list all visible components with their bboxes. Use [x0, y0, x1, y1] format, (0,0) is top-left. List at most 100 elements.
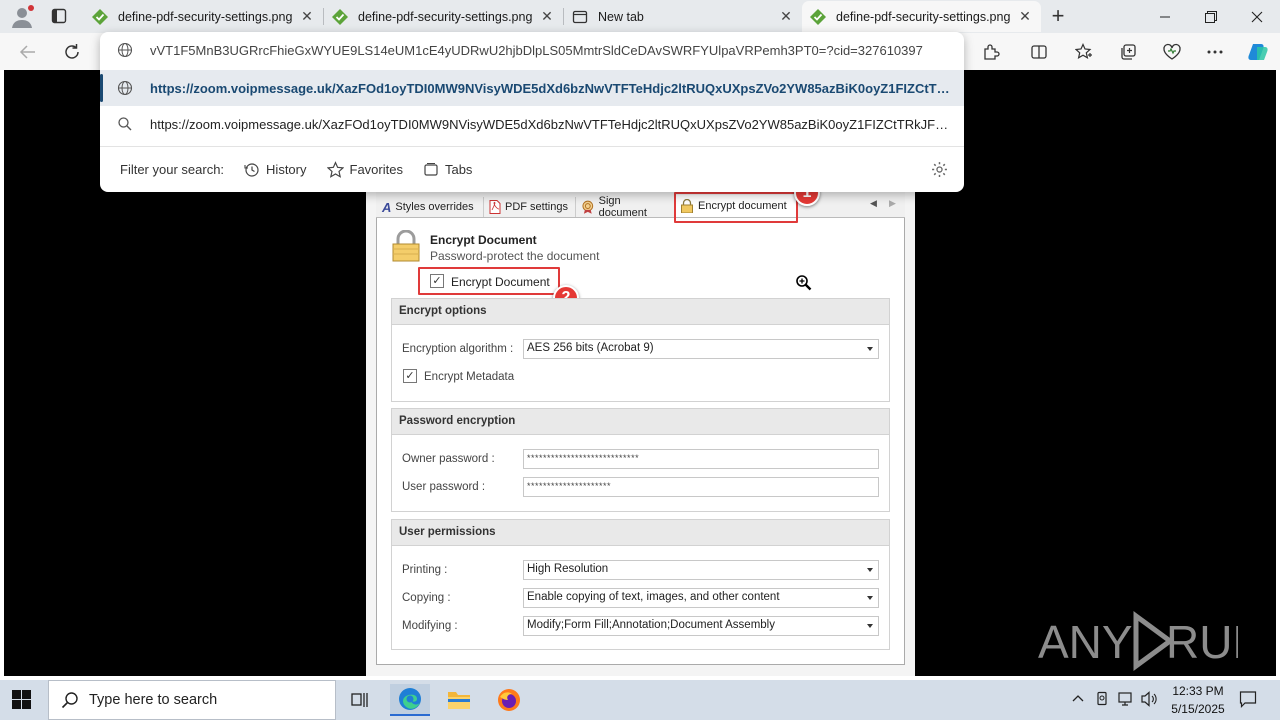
address-bar-dropdown: vVT1F5MnB3UGRrcFhieGxWYUE9LS14eUM1cE4yUD…	[100, 32, 964, 192]
tab-1[interactable]: define-pdf-security-settings.png ✕	[324, 1, 563, 32]
back-arrow-icon[interactable]	[16, 40, 40, 64]
tab-title: define-pdf-security-settings.png	[836, 9, 1011, 24]
suggestion-item[interactable]: https://zoom.voipmessage.uk/XazFOd1oyTDI…	[100, 70, 964, 106]
page-favicon-icon	[332, 8, 348, 25]
clock-date[interactable]: 5/15/2025	[1162, 702, 1234, 716]
anyrun-watermark: ANY RUN	[1038, 608, 1266, 674]
suggestion-url: https://zoom.voipmessage.uk/XazFOd1oyTDI…	[150, 116, 964, 132]
clock-time[interactable]: 12:33 PM	[1162, 684, 1234, 698]
refresh-icon[interactable]	[60, 40, 84, 64]
tab-label: Sign document	[598, 195, 647, 219]
tab-close-button[interactable]: ✕	[299, 8, 315, 25]
filter-favorites[interactable]: Favorites	[326, 161, 403, 178]
styles-icon: A	[382, 199, 392, 215]
browser-essentials-icon[interactable]	[1160, 40, 1184, 64]
watermark-text-any: ANY	[1038, 616, 1133, 668]
chevron-down-icon	[867, 568, 873, 572]
tab-styles-overrides[interactable]: A Styles overrides	[378, 197, 484, 217]
tab-title: define-pdf-security-settings.png	[118, 9, 293, 24]
more-options-icon[interactable]	[1203, 40, 1227, 64]
settings-gear-icon[interactable]	[931, 161, 948, 181]
suggestion-url: https://zoom.voipmessage.uk/XazFOd1oyTDI…	[150, 80, 964, 96]
select-value: AES 256 bits (Acrobat 9)	[527, 342, 654, 354]
tab-3-active[interactable]: define-pdf-security-settings.png ✕	[802, 1, 1041, 32]
highlight-encrypt-tab	[674, 192, 798, 223]
restore-button[interactable]	[1188, 0, 1234, 33]
encrypt-metadata-checkbox[interactable]: ✓	[403, 369, 417, 383]
extensions-icon[interactable]	[979, 40, 1003, 64]
star-icon	[326, 161, 344, 178]
suggestion-item[interactable]: https://zoom.voipmessage.uk/XazFOd1oyTDI…	[100, 106, 964, 142]
chevron-down-icon	[867, 596, 873, 600]
tab-label: Styles overrides	[395, 201, 474, 213]
split-screen-icon[interactable]	[1027, 40, 1051, 64]
printing-select[interactable]: High Resolution	[523, 560, 879, 580]
tab-label: PDF settings	[505, 201, 568, 213]
user-password-label: User password :	[402, 481, 486, 493]
start-button-windows-icon[interactable]	[12, 690, 32, 713]
modifying-select[interactable]: Modify;Form Fill;Annotation;Document Ass…	[523, 616, 879, 636]
encryption-algorithm-label: Encryption algorithm :	[402, 343, 514, 355]
select-value: Modify;Form Fill;Annotation;Document Ass…	[527, 619, 775, 631]
zoom-cursor-icon	[795, 274, 813, 295]
taskbar-search-box[interactable]: Type here to search	[48, 680, 336, 720]
favorites-star-icon[interactable]	[1072, 40, 1096, 64]
collections-icon[interactable]	[1116, 40, 1140, 64]
owner-password-label: Owner password :	[402, 453, 495, 465]
tab-sign-document[interactable]: Sign document	[577, 195, 675, 219]
show-hidden-icons-chevron-icon[interactable]	[1071, 692, 1085, 709]
section-title: Password encryption	[392, 409, 889, 435]
section-title: Encrypt options	[392, 299, 889, 325]
encryption-algorithm-select[interactable]: AES 256 bits (Acrobat 9)	[523, 339, 879, 359]
tab-pdf-settings[interactable]: PDF settings	[485, 197, 576, 217]
tab-actions-icon[interactable]	[51, 8, 69, 24]
filter-history[interactable]: History	[244, 162, 307, 178]
tab-title: define-pdf-security-settings.png	[358, 9, 533, 24]
seal-icon	[582, 200, 594, 214]
copying-select[interactable]: Enable copying of text, images, and othe…	[523, 588, 879, 608]
edge-taskbar-icon[interactable]	[390, 684, 430, 716]
tab-close-button[interactable]: ✕	[778, 8, 794, 25]
history-icon	[244, 162, 259, 177]
close-window-button[interactable]	[1234, 0, 1280, 33]
address-input[interactable]: vVT1F5MnB3UGRrcFhieGxWYUE9LS14eUM1cE4yUD…	[150, 43, 964, 58]
highlight-encrypt-checkbox	[418, 267, 560, 295]
meet-now-icon[interactable]	[1095, 691, 1111, 710]
watermark-text-run: RUN	[1166, 616, 1238, 668]
tab-close-button[interactable]: ✕	[1017, 8, 1033, 25]
owner-password-field[interactable]: ****************************	[523, 449, 879, 469]
encrypt-header-title: Encrypt Document	[430, 233, 537, 247]
filter-tabs[interactable]: Tabs	[423, 162, 472, 178]
profile-avatar[interactable]	[10, 5, 34, 29]
new-tab-page-icon	[572, 10, 588, 23]
volume-icon[interactable]	[1141, 691, 1159, 710]
address-input-row[interactable]: vVT1F5MnB3UGRrcFhieGxWYUE9LS14eUM1cE4yUD…	[100, 32, 964, 68]
user-password-field[interactable]: *********************	[523, 477, 879, 497]
page-favicon-icon	[92, 8, 108, 25]
notifications-icon[interactable]	[1239, 690, 1257, 711]
modifying-label: Modifying :	[402, 620, 458, 632]
filter-tabs-label: Tabs	[444, 162, 473, 177]
tab-2[interactable]: New tab ✕	[564, 1, 802, 32]
tab-scroll-right-icon[interactable]: ▶	[889, 198, 896, 209]
copilot-icon[interactable]	[1246, 40, 1270, 64]
network-icon[interactable]	[1118, 691, 1134, 710]
tab-scroll-left-icon[interactable]: ◀	[870, 198, 877, 209]
minimize-button[interactable]	[1142, 0, 1188, 33]
select-value: High Resolution	[527, 563, 609, 575]
copying-label: Copying :	[402, 592, 451, 604]
taskbar-search-placeholder: Type here to search	[89, 692, 218, 708]
tab-title: New tab	[598, 9, 644, 24]
chevron-down-icon	[867, 624, 873, 628]
printing-label: Printing :	[402, 564, 448, 576]
task-view-icon[interactable]	[340, 684, 380, 716]
search-icon	[118, 117, 132, 131]
firefox-icon[interactable]	[489, 684, 529, 716]
file-explorer-icon[interactable]	[439, 684, 479, 716]
new-tab-button[interactable]: +	[1046, 3, 1070, 29]
encrypt-metadata-label[interactable]: Encrypt Metadata	[424, 371, 514, 383]
tab-close-button[interactable]: ✕	[539, 8, 555, 25]
tabs-icon	[424, 162, 438, 176]
tab-0[interactable]: define-pdf-security-settings.png ✕	[84, 1, 323, 32]
chevron-down-icon	[867, 347, 873, 351]
